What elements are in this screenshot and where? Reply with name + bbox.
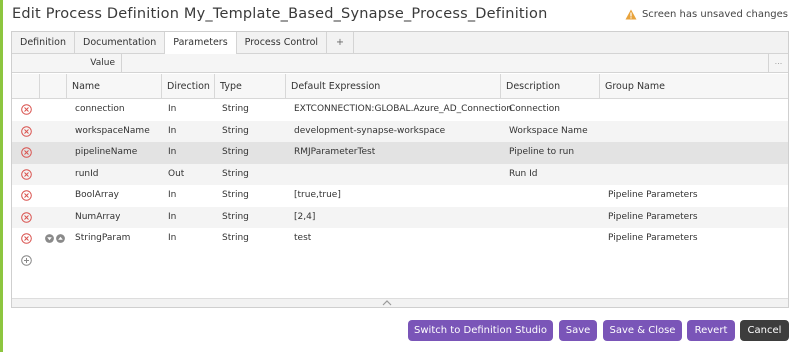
page-title: Edit Process Definition My_Template_Base… bbox=[12, 6, 548, 22]
delete-row-icon[interactable] bbox=[21, 233, 32, 244]
table-row[interactable]: pipelineName In String RMJParameterTest Pipe… bbox=[12, 142, 788, 164]
move-up-icon[interactable] bbox=[56, 234, 65, 243]
cell-name[interactable]: connection bbox=[75, 99, 125, 121]
cell-direction[interactable]: Out bbox=[168, 164, 184, 186]
value-label: Value bbox=[12, 54, 122, 72]
left-accent-bar bbox=[0, 0, 3, 352]
header-name[interactable]: Name bbox=[67, 74, 162, 99]
delete-row-icon[interactable] bbox=[21, 125, 32, 137]
table-row[interactable]: runId Out String Run Id bbox=[12, 163, 788, 186]
header-default-expression[interactable]: Default Expression bbox=[286, 74, 501, 99]
cell-default-expression[interactable]: EXTCONNECTION:GLOBAL.Azure_AD_Connection bbox=[294, 99, 512, 121]
cell-default-expression[interactable]: [true,true] bbox=[294, 185, 341, 207]
save-button[interactable]: Save bbox=[559, 320, 597, 341]
cell-type[interactable]: String bbox=[222, 185, 249, 207]
cell-description[interactable]: Pipeline to run bbox=[509, 142, 574, 164]
delete-row-icon[interactable] bbox=[21, 211, 32, 223]
cell-direction[interactable]: In bbox=[168, 121, 176, 143]
cell-default-expression[interactable]: development-synapse-workspace bbox=[294, 121, 445, 143]
add-tab-button[interactable]: + bbox=[327, 32, 355, 54]
cell-type[interactable]: String bbox=[222, 99, 249, 121]
cell-name[interactable]: pipelineName bbox=[75, 142, 137, 164]
delete-row-icon[interactable] bbox=[21, 168, 32, 180]
header-description[interactable]: Description bbox=[501, 74, 600, 99]
cell-name[interactable]: StringParam bbox=[75, 228, 130, 250]
value-ellipsis-button[interactable]: ... bbox=[768, 54, 788, 72]
cell-type[interactable]: String bbox=[222, 121, 249, 143]
cell-direction[interactable]: In bbox=[168, 228, 176, 250]
tab-documentation[interactable]: Documentation bbox=[75, 32, 166, 54]
table-row[interactable]: BoolArray In String [true,true] Pipeline Par… bbox=[12, 185, 788, 207]
cell-group-name[interactable]: Pipeline Parameters bbox=[608, 207, 698, 229]
cell-default-expression[interactable]: [2,4] bbox=[294, 207, 315, 229]
unsaved-changes-text: Screen has unsaved changes bbox=[641, 9, 788, 20]
table-row[interactable]: NumArray In String [2,4] Pipeline Parameters bbox=[12, 206, 788, 229]
delete-row-icon[interactable] bbox=[21, 190, 32, 201]
unsaved-changes-notice: Screen has unsaved changes bbox=[625, 9, 788, 20]
cell-default-expression[interactable]: test bbox=[294, 228, 311, 250]
tab-process-control[interactable]: Process Control bbox=[237, 32, 328, 54]
header-order-col bbox=[40, 74, 67, 99]
cell-name[interactable]: BoolArray bbox=[75, 185, 119, 207]
delete-row-icon[interactable] bbox=[21, 104, 32, 115]
delete-row-icon[interactable] bbox=[21, 147, 32, 158]
tab-bar: Definition Documentation Parameters Proc… bbox=[12, 32, 788, 55]
cell-default-expression[interactable]: RMJParameterTest bbox=[294, 142, 375, 164]
tab-definition[interactable]: Definition bbox=[12, 32, 76, 54]
cell-direction[interactable]: In bbox=[168, 142, 176, 164]
table-row[interactable]: connection In String EXTCONNECTION:GLOBAL.A… bbox=[12, 99, 788, 121]
header-group-name[interactable]: Group Name bbox=[600, 74, 790, 99]
cell-type[interactable]: String bbox=[222, 164, 249, 186]
move-down-icon[interactable] bbox=[45, 234, 54, 243]
switch-to-definition-studio-button[interactable]: Switch to Definition Studio bbox=[408, 320, 553, 341]
cell-group-name[interactable]: Pipeline Parameters bbox=[608, 185, 698, 207]
cell-type[interactable]: String bbox=[222, 142, 249, 164]
cell-name[interactable]: workspaceName bbox=[75, 121, 150, 143]
collapse-bar[interactable] bbox=[12, 298, 788, 307]
cell-name[interactable]: runId bbox=[75, 164, 98, 186]
header-delete-col bbox=[12, 74, 40, 99]
add-row-icon[interactable] bbox=[21, 254, 32, 266]
chevron-up-icon[interactable] bbox=[382, 300, 392, 306]
header-direction[interactable]: Direction bbox=[162, 74, 215, 99]
cell-description[interactable]: Workspace Name bbox=[509, 121, 588, 143]
cell-description[interactable]: Run Id bbox=[509, 164, 538, 186]
save-and-close-button[interactable]: Save & Close bbox=[603, 320, 682, 341]
cell-name[interactable]: NumArray bbox=[75, 207, 120, 229]
cell-direction[interactable]: In bbox=[168, 99, 176, 121]
table-row[interactable]: workspaceName In String development-synapse… bbox=[12, 120, 788, 143]
table-row[interactable]: StringParam In String test Pipeline Paramete… bbox=[12, 228, 788, 250]
cell-direction[interactable]: In bbox=[168, 207, 176, 229]
revert-button[interactable]: Revert bbox=[687, 320, 735, 341]
cell-type[interactable]: String bbox=[222, 207, 249, 229]
editor-panel: Definition Documentation Parameters Proc… bbox=[11, 31, 789, 308]
grid-header: Name Direction Type Default Expression D… bbox=[12, 74, 788, 99]
warning-icon bbox=[625, 9, 637, 20]
tab-parameters[interactable]: Parameters bbox=[165, 32, 237, 55]
cell-type[interactable]: String bbox=[222, 228, 249, 250]
cell-group-name[interactable]: Pipeline Parameters bbox=[608, 228, 698, 250]
cancel-button[interactable]: Cancel bbox=[740, 320, 789, 341]
value-editor-bar: Value ... bbox=[12, 54, 788, 73]
cell-description[interactable]: Connection bbox=[509, 99, 560, 121]
header-type[interactable]: Type bbox=[215, 74, 286, 99]
cell-direction[interactable]: In bbox=[168, 185, 176, 207]
